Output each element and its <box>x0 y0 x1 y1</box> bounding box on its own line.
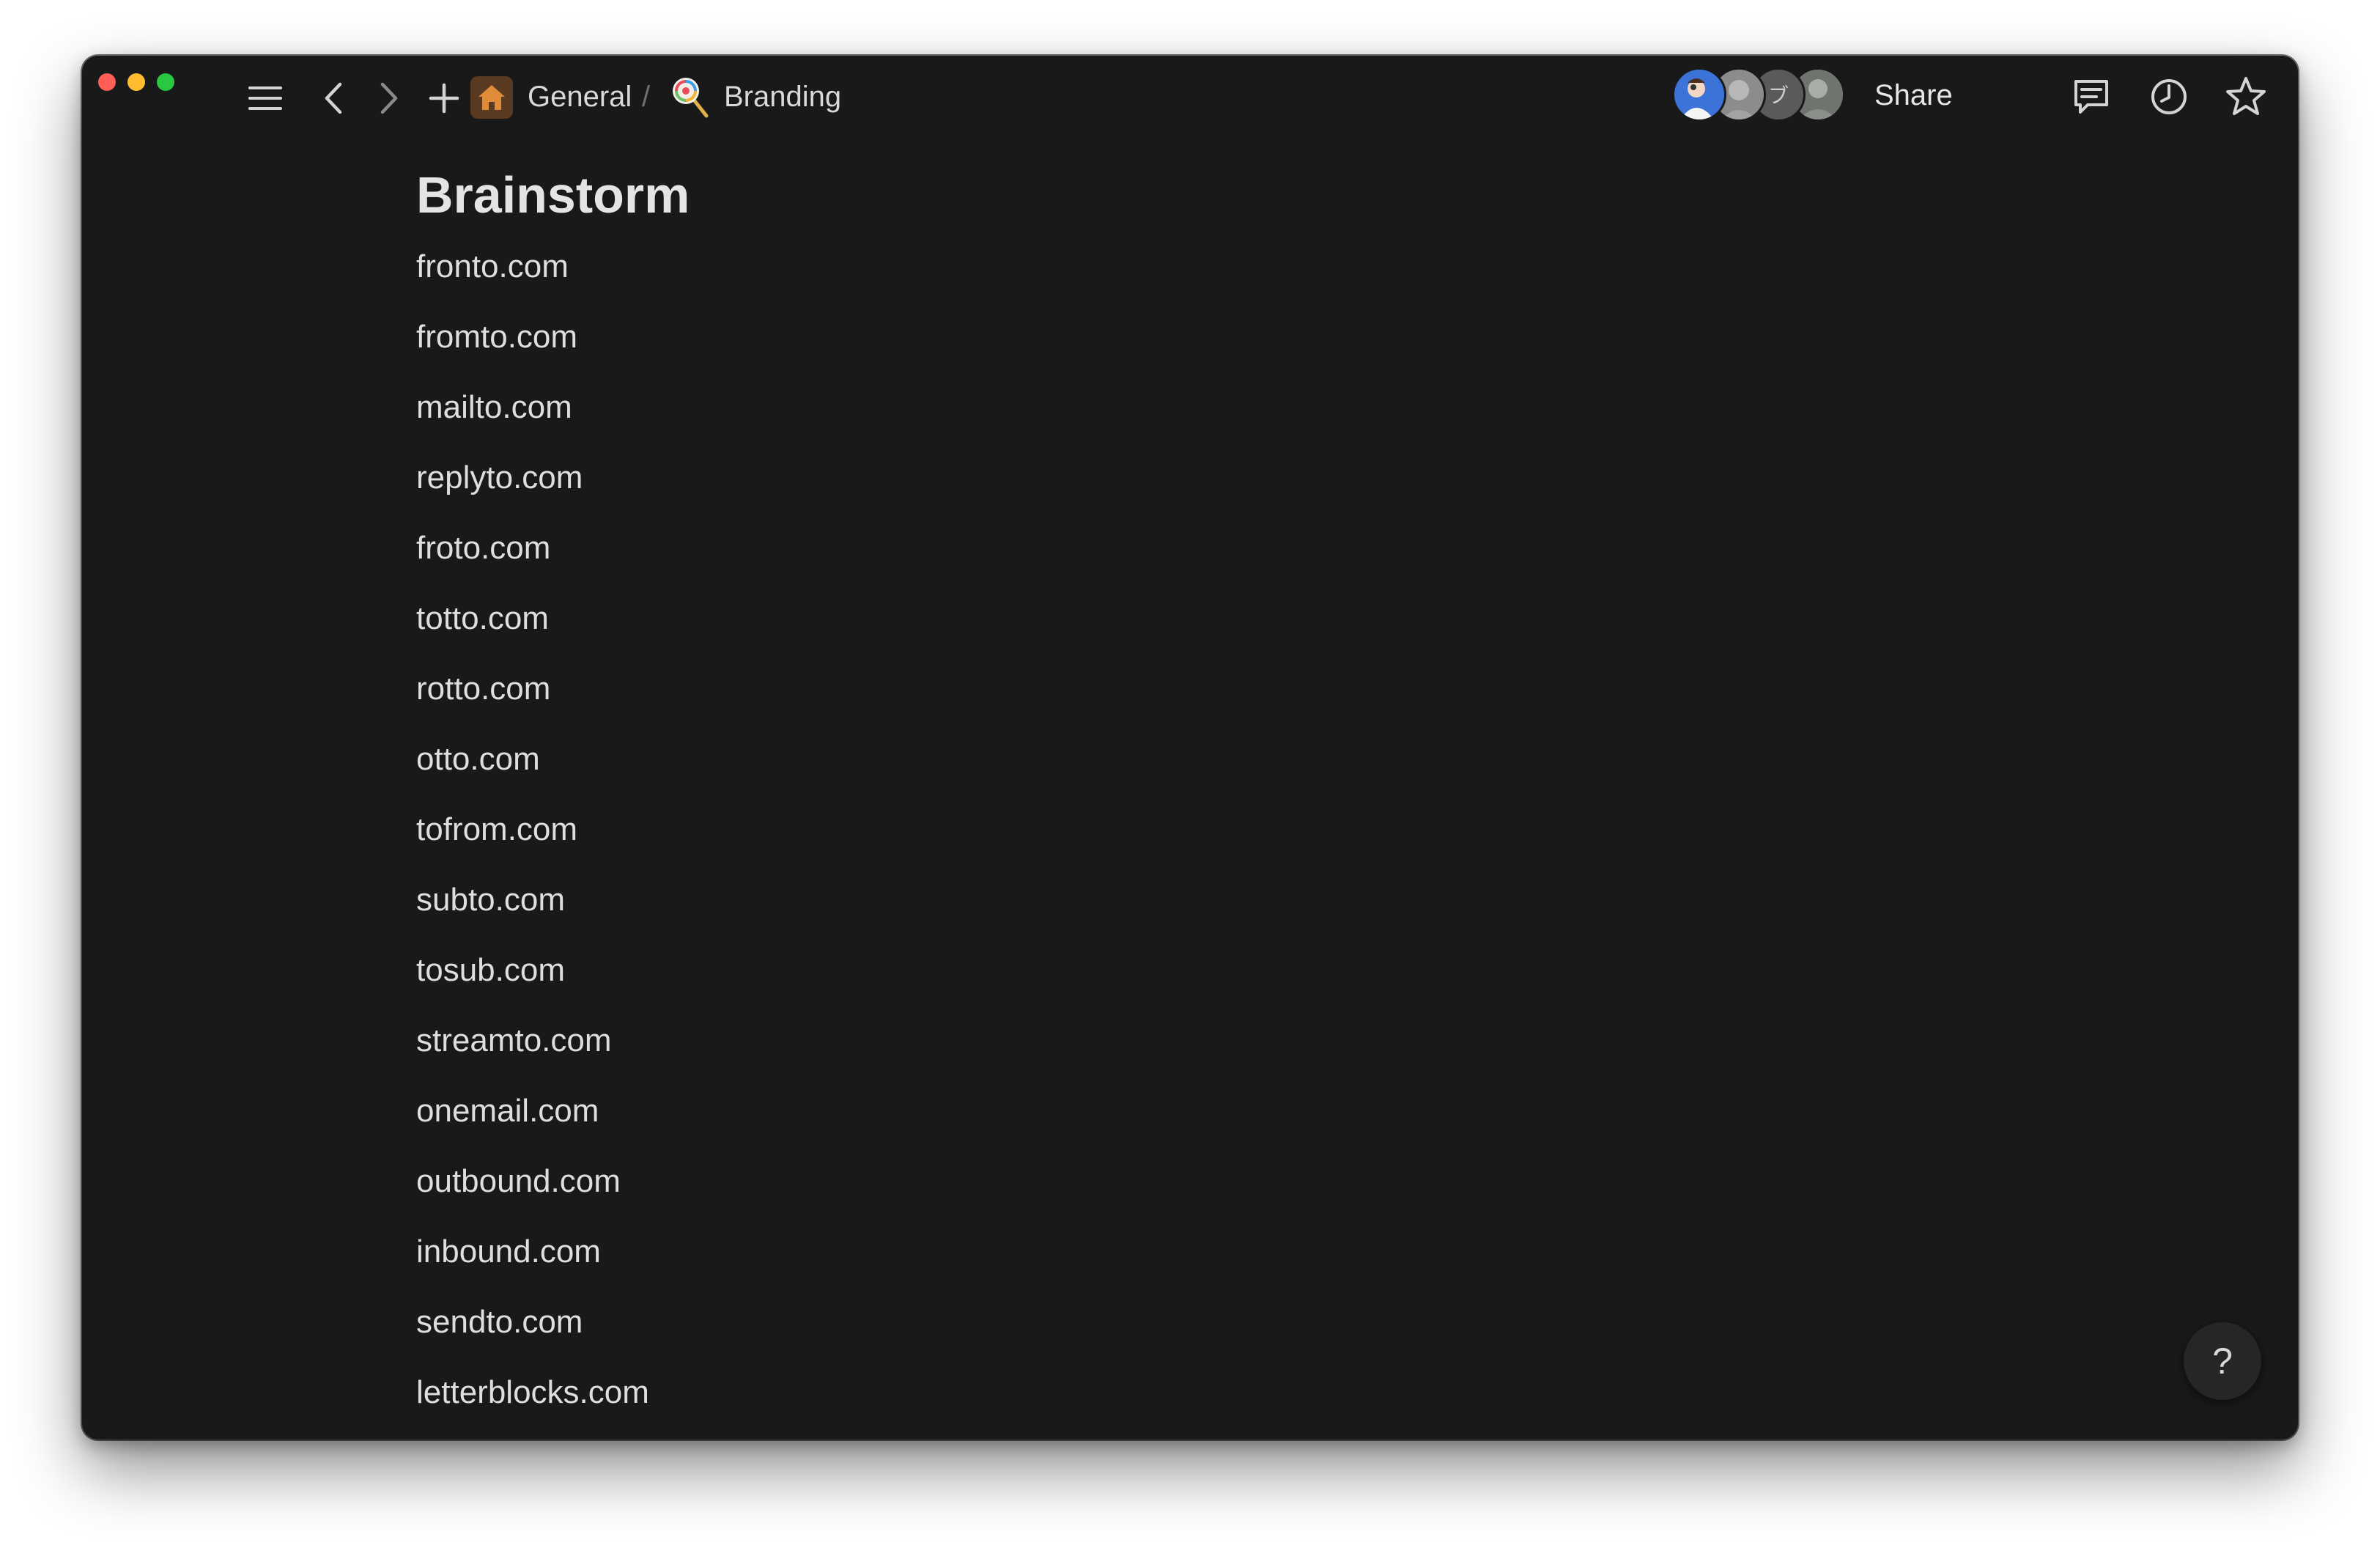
user-photo-icon <box>1674 70 1724 119</box>
list-item[interactable]: otto.com <box>416 724 690 795</box>
lollipop-icon <box>673 78 709 118</box>
list-item[interactable]: mailto.com <box>416 372 690 443</box>
clock-icon <box>2151 79 2187 114</box>
list-item[interactable]: froto.com <box>416 513 690 583</box>
list-item[interactable]: tosub.com <box>416 935 690 1006</box>
list-item[interactable]: streamto.com <box>416 1006 690 1076</box>
list-item[interactable]: totto.com <box>416 583 690 654</box>
comment-icon <box>2074 80 2108 114</box>
list-item[interactable]: sendto.com <box>416 1287 690 1357</box>
list-item[interactable]: subto.com <box>416 865 690 935</box>
share-button[interactable]: Share <box>1874 73 1953 117</box>
list-item[interactable]: replyto.com <box>416 443 690 513</box>
comments-button[interactable] <box>2069 75 2113 119</box>
list-item[interactable]: outbound.com <box>416 1146 690 1217</box>
avatar[interactable] <box>1672 67 1726 122</box>
house-icon <box>478 85 505 110</box>
list-item[interactable]: rotto.com <box>416 654 690 724</box>
chevron-left-icon <box>325 82 342 114</box>
favorite-button[interactable] <box>2223 73 2269 119</box>
help-button[interactable]: ? <box>2184 1322 2261 1400</box>
page-content: Brainstorm fronto.com fromto.com mailto.… <box>416 158 690 1428</box>
list-item[interactable]: inbound.com <box>416 1217 690 1287</box>
forward-button[interactable] <box>371 78 407 119</box>
list-item[interactable]: fronto.com <box>416 232 690 302</box>
domain-list: fronto.com fromto.com mailto.com replyto… <box>416 232 690 1428</box>
list-item[interactable]: letterblocks.com <box>416 1357 690 1428</box>
sidebar-toggle-button[interactable] <box>245 78 286 119</box>
breadcrumb-item-general[interactable]: General <box>528 76 632 117</box>
breadcrumb-item-branding[interactable]: Branding <box>724 76 841 117</box>
list-item[interactable]: onemail.com <box>416 1076 690 1146</box>
collaborator-avatars[interactable]: ブ <box>1672 67 1848 122</box>
workspace-icon[interactable] <box>470 76 513 119</box>
menu-icon <box>248 86 282 110</box>
back-button[interactable] <box>315 78 352 119</box>
app-window: General / Branding ブ Share Brainstorm fr… <box>82 56 2298 1440</box>
page-title[interactable]: Brainstorm <box>416 158 690 232</box>
history-button[interactable] <box>2147 75 2191 119</box>
list-item[interactable]: tofrom.com <box>416 795 690 865</box>
breadcrumb-separator: / <box>642 80 651 113</box>
plus-icon <box>429 83 459 114</box>
star-icon <box>2226 77 2266 115</box>
chevron-right-icon <box>380 82 398 114</box>
top-bar: General / Branding ブ Share <box>82 56 2298 136</box>
new-page-button[interactable] <box>424 78 465 119</box>
list-item[interactable]: fromto.com <box>416 302 690 372</box>
